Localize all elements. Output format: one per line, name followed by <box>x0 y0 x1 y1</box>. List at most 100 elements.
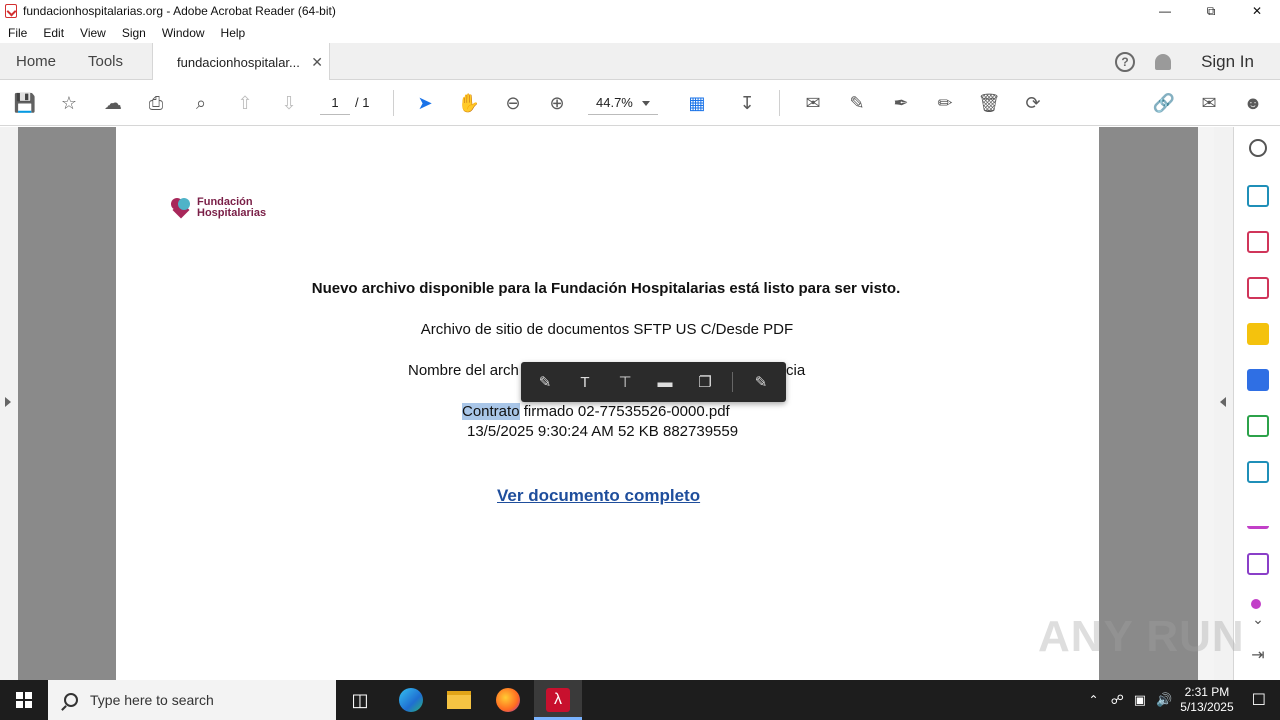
network-icon[interactable]: ☍ <box>1111 692 1124 708</box>
selected-text[interactable]: Contrato <box>462 403 520 420</box>
heart-logo-icon <box>171 198 191 219</box>
view-document-link[interactable]: Ver documento completo <box>497 486 700 506</box>
previous-page-icon[interactable]: ⇧ <box>233 91 257 115</box>
more-tools-icon[interactable] <box>1251 599 1261 609</box>
notification-bell-icon[interactable] <box>1155 53 1172 70</box>
tab-document-label: fundacionhospitalar... <box>177 54 300 70</box>
collapse-panel-icon[interactable]: ⇥ <box>1247 645 1269 667</box>
zoom-out-icon[interactable]: ⊖ <box>501 91 525 115</box>
taskbar: Type here to search ◫ λ ⌃ ☍ ▣ 🔊 2:31 PM … <box>0 680 1280 720</box>
highlight-text-icon[interactable]: ✎ <box>535 372 555 392</box>
share-link-icon[interactable]: 🔗 <box>1152 91 1176 115</box>
file-meta-line: 13/5/2025 9:30:24 AM 52 KB 882739559 <box>467 423 739 440</box>
chevron-up-icon[interactable]: ⌃ <box>1089 693 1099 707</box>
zoom-search-icon[interactable]: ⌕ <box>189 91 213 115</box>
tab-tools[interactable]: Tools <box>88 43 123 80</box>
rotate-icon[interactable]: ⟳ <box>1021 91 1045 115</box>
window-title: fundacionhospitalarias.org - Adobe Acrob… <box>23 4 336 18</box>
export-pdf-icon[interactable] <box>1247 185 1269 207</box>
highlight-pen-icon[interactable]: ✎ <box>845 91 869 115</box>
comment-icon[interactable] <box>1247 323 1269 345</box>
email-icon[interactable]: ✉ <box>1197 91 1221 115</box>
task-view-icon[interactable]: ◫ <box>346 686 374 714</box>
clock-time: 2:31 PM <box>1184 685 1230 699</box>
translate-icon[interactable] <box>1247 369 1269 391</box>
device-icon[interactable]: ▣ <box>1134 692 1146 708</box>
protect-icon[interactable] <box>1247 553 1269 575</box>
title-bar: fundacionhospitalarias.org - Adobe Acrob… <box>0 0 1280 22</box>
fill-sign-icon[interactable] <box>1247 507 1269 529</box>
create-pdf-icon[interactable] <box>1247 277 1269 299</box>
print-icon[interactable]: ⎙ <box>144 91 168 115</box>
fundacion-logo: Fundación Hospitalarias <box>171 197 266 219</box>
page-number-input[interactable]: 1 <box>320 91 350 115</box>
tab-home[interactable]: Home <box>16 43 56 80</box>
menu-sign[interactable]: Sign <box>114 26 154 40</box>
file-name-line[interactable]: Contrato firmado 02-77535526-0000.pdf <box>462 403 730 420</box>
bookmark-star-icon[interactable]: ☆ <box>57 91 81 115</box>
firefox-icon[interactable] <box>494 686 522 714</box>
comment-icon[interactable]: ✉ <box>801 91 825 115</box>
acrobat-app-icon <box>5 4 17 18</box>
filename-label-right: cia <box>786 362 806 379</box>
draw-pen-icon[interactable]: ✒ <box>889 91 913 115</box>
menu-window[interactable]: Window <box>154 26 213 40</box>
right-panel-toggle[interactable] <box>1214 127 1234 680</box>
text-markup-toolbar: ✎ T ⊤ ▬ ❐ ✎ <box>521 362 786 402</box>
file-explorer-icon[interactable] <box>445 686 473 714</box>
scan-icon[interactable] <box>1247 461 1269 483</box>
delete-trash-icon[interactable]: 🗑 <box>977 91 1001 115</box>
redact-icon[interactable]: ▬ <box>655 372 675 392</box>
right-tool-panel: ⌄ ⇥ <box>1234 127 1280 680</box>
menu-help[interactable]: Help <box>213 26 254 40</box>
cloud-upload-icon[interactable]: ☁ <box>101 91 125 115</box>
close-button[interactable]: ✕ <box>1234 0 1280 22</box>
tab-document[interactable]: fundacionhospitalar... ✕ <box>152 43 330 81</box>
chevron-down-icon[interactable]: ⌄ <box>1247 611 1269 633</box>
edit-text-icon[interactable]: ✎ <box>751 372 771 392</box>
minimize-button[interactable]: — <box>1142 0 1188 22</box>
next-page-icon[interactable]: ⇩ <box>277 91 301 115</box>
tab-close-icon[interactable]: ✕ <box>311 54 323 71</box>
zoom-level-select[interactable]: 44.7% <box>588 91 658 115</box>
copy-icon[interactable]: ❐ <box>695 372 715 392</box>
zoom-search-icon[interactable] <box>1249 139 1267 157</box>
edge-browser-icon[interactable] <box>397 686 425 714</box>
underline-text-icon[interactable]: T <box>575 372 595 392</box>
zoom-level-value: 44.7% <box>596 95 633 110</box>
acrobat-reader-icon[interactable]: λ <box>544 686 572 714</box>
fit-page-icon[interactable]: ▦ <box>685 91 709 115</box>
left-panel-toggle[interactable] <box>0 127 18 680</box>
toolbar-separator <box>779 90 780 116</box>
vertical-scrollbar[interactable] <box>1198 127 1214 680</box>
chevron-down-icon <box>642 101 650 106</box>
zoom-in-icon[interactable]: ⊕ <box>545 91 569 115</box>
organize-pages-icon[interactable] <box>1247 231 1269 253</box>
share-user-icon[interactable]: ☻ <box>1241 91 1265 115</box>
sign-in-button[interactable]: Sign In <box>1201 52 1254 72</box>
filename-label-left: Nombre del arch <box>408 362 519 379</box>
help-icon[interactable]: ? <box>1115 51 1136 72</box>
scroll-mode-icon[interactable]: ↧ <box>735 91 759 115</box>
select-cursor-icon[interactable]: ➤ <box>413 91 437 115</box>
taskbar-search[interactable]: Type here to search <box>48 680 336 720</box>
hand-tool-icon[interactable]: ✋ <box>457 91 481 115</box>
save-icon[interactable]: 💾 <box>13 91 37 115</box>
tab-bar: Home Tools fundacionhospitalar... ✕ ? Si… <box>0 43 1280 81</box>
menu-edit[interactable]: Edit <box>35 26 72 40</box>
page-total: / 1 <box>355 95 370 110</box>
menu-view[interactable]: View <box>72 26 114 40</box>
watermark: ANY RUN <box>1038 612 1245 661</box>
menu-file[interactable]: File <box>0 26 35 40</box>
notifications-icon[interactable]: ☐ <box>1252 690 1266 710</box>
compress-icon[interactable] <box>1247 415 1269 437</box>
clock[interactable]: 2:31 PM 5/13/2025 <box>1180 685 1233 715</box>
collapse-right-icon <box>1220 397 1226 407</box>
start-button[interactable] <box>0 680 48 720</box>
restore-button[interactable]: ⧉ <box>1188 0 1234 22</box>
volume-icon[interactable]: 🔊 <box>1156 692 1172 708</box>
fill-sign-icon[interactable]: ✏ <box>933 91 957 115</box>
logo-line2: Hospitalarias <box>197 207 267 219</box>
strikethrough-text-icon[interactable]: ⊤ <box>615 372 635 392</box>
clock-date: 5/13/2025 <box>1180 700 1234 714</box>
